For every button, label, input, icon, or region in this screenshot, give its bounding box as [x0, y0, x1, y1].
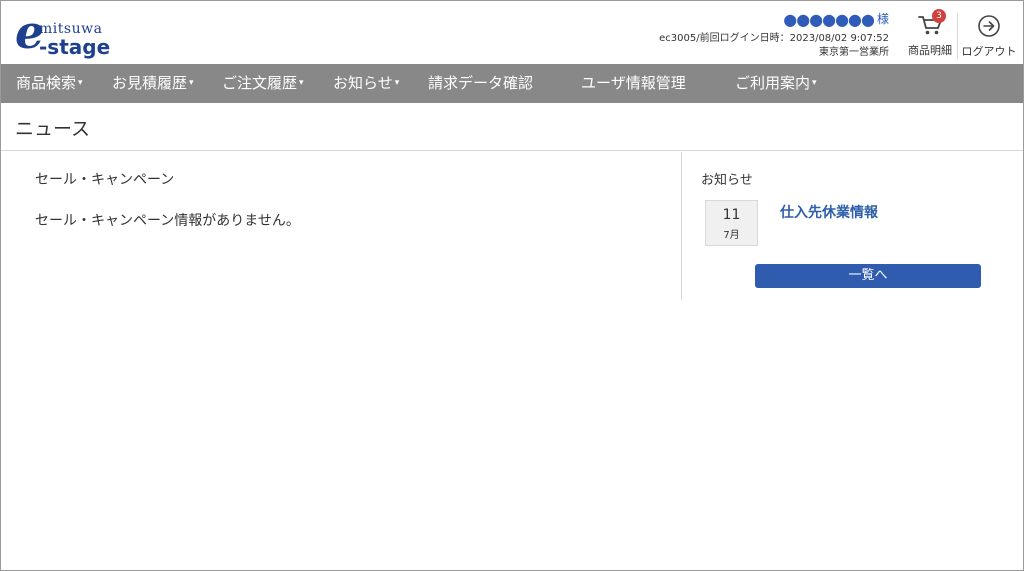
logout-arrow-icon [977, 14, 1001, 38]
header-divider [957, 13, 958, 59]
chevron-down-icon: ▾ [394, 78, 400, 88]
logout-label: ログアウト [961, 45, 1017, 58]
user-office: 東京第一営業所 [819, 47, 889, 59]
chevron-down-icon: ▾ [78, 78, 83, 88]
nav-label: お見積履歴 [112, 74, 188, 92]
user-honorific: 様 [876, 12, 889, 27]
sale-heading: セール・キャンペーン [35, 172, 175, 188]
nav-order-history[interactable]: ご注文履歴 ▾ [222, 64, 304, 103]
user-info: ●●●●●●● 様 ec3005/前回ログイン日時：2023/08/02 9:0… [659, 10, 889, 59]
nav-usage-guide[interactable]: ご利用案内 ▾ [735, 64, 817, 103]
view-all-button[interactable]: 一覧へ [755, 264, 981, 288]
nav-quote-history[interactable]: お見積履歴 ▾ [112, 64, 194, 103]
logo-brand-bottom: -stage [39, 35, 111, 59]
nav-label: ご注文履歴 [222, 74, 298, 92]
nav-label: ご利用案内 [735, 74, 811, 92]
nav-label: ユーザ情報管理 [581, 74, 686, 92]
notice-day: 11 [722, 207, 741, 223]
cart-button[interactable]: 3 商品明細 [905, 9, 955, 61]
nav-product-search[interactable]: 商品検索 ▾ [16, 64, 83, 103]
chevron-down-icon: ▾ [189, 78, 194, 88]
nav-label: お知らせ [333, 74, 393, 92]
page-title: ニュース [15, 118, 91, 140]
user-name: ●●●●●●● 様 [659, 10, 889, 29]
nav-billing-data[interactable]: 請求データ確認 [428, 64, 533, 103]
nav-label: 請求データ確認 [428, 74, 534, 92]
notices-panel: お知らせ 11 7月 仕入先休業情報 一覧へ [682, 152, 1022, 300]
sale-empty-message: セール・キャンペーン情報がありません。 [35, 213, 300, 229]
nav-label: 商品検索 [16, 74, 77, 92]
cart-count-badge: 3 [932, 9, 946, 23]
nav-user-management[interactable]: ユーザ情報管理 [581, 64, 686, 103]
logout-button[interactable]: ログアウト [959, 9, 1019, 61]
notice-date: 11 7月 [705, 200, 758, 246]
chevron-down-icon: ▾ [299, 78, 304, 88]
page-title-bar: ニュース [1, 103, 1023, 151]
nav-notices[interactable]: お知らせ ▾ [333, 64, 399, 103]
chevron-down-icon: ▾ [812, 78, 817, 88]
notice-month: 7月 [723, 230, 740, 241]
main-nav: 商品検索 ▾ お見積履歴 ▾ ご注文履歴 ▾ お知らせ ▾ 請求データ確認 ユーザ情報管… [1, 64, 1023, 103]
logo[interactable]: e mitsuwa -stage [15, 9, 125, 61]
header: e mitsuwa -stage ●●●●●●● 様 ec3005/前回ログイン… [1, 1, 1023, 64]
last-login-info: ec3005/前回ログイン日時：2023/08/02 9:07:52 [659, 33, 889, 45]
user-name-masked: ●●●●●●● [783, 10, 875, 29]
notice-link[interactable]: 仕入先休業情報 [780, 202, 878, 222]
sale-campaign-section: セール・キャンペーン セール・キャンペーン情報がありません。 [1, 152, 681, 300]
cart-label: 商品明細 [908, 44, 952, 57]
notices-heading: お知らせ [701, 173, 753, 188]
